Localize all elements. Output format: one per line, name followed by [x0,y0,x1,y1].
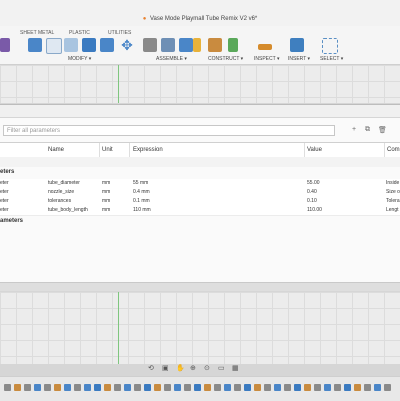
ribbon-toolbar: SHEET METAL PLASTIC UTILITIES ✥ MODIFY ▾… [0,26,400,65]
timeline-feature[interactable] [84,384,91,391]
timeline-feature[interactable] [364,384,371,391]
fillet-icon[interactable] [46,38,62,54]
timeline-feature[interactable] [124,384,131,391]
timeline-feature[interactable] [24,384,31,391]
modify-menu[interactable]: MODIFY ▾ [68,56,91,62]
timeline-feature[interactable] [14,384,21,391]
timeline-feature[interactable] [134,384,141,391]
y-axis-line [118,292,119,364]
midplane-icon[interactable] [228,38,238,52]
timeline-feature[interactable] [54,384,61,391]
timeline-feature[interactable] [294,384,301,391]
col-expression[interactable]: Expression [133,147,163,153]
timeline-feature[interactable] [344,384,351,391]
navigation-bar: ⟲ ▣ ✋ ⊕ ⊙ ▭ ▦ [148,364,252,374]
tab-utilities[interactable]: UTILITIES [108,30,131,36]
col-unit[interactable]: Unit [102,147,113,153]
create-form-icon[interactable] [0,38,10,52]
timeline-feature[interactable] [194,384,201,391]
orbit-icon[interactable]: ⟲ [148,364,154,372]
press-pull-icon[interactable] [28,38,42,52]
group-model-parameters[interactable]: ameters [0,217,400,227]
insert-image-icon[interactable] [290,38,304,52]
timeline-feature[interactable] [354,384,361,391]
y-axis-line [118,65,119,103]
timeline-feature[interactable] [4,384,11,391]
filter-input[interactable]: Filter all parameters [3,125,335,136]
tab-plastic[interactable]: PLASTIC [69,30,90,36]
combine-icon[interactable] [82,38,96,52]
inspect-menu[interactable]: INSPECT ▾ [254,56,279,62]
as-built-joint-icon[interactable] [161,38,175,52]
timeline-feature[interactable] [214,384,221,391]
scale-icon[interactable] [100,38,114,52]
timeline-feature[interactable] [44,384,51,391]
add-icon[interactable]: + [352,126,356,133]
timeline-feature[interactable] [334,384,341,391]
table-row[interactable]: eter tube_body_length mm 110 mm 110.00 L… [0,206,400,216]
joint-origin-icon[interactable] [193,38,201,52]
timeline-feature[interactable] [94,384,101,391]
col-comment[interactable]: Com [387,147,400,153]
display-icon[interactable]: ▭ [218,364,225,372]
construct-menu[interactable]: CONSTRUCT ▾ [208,56,243,62]
viewport-top[interactable] [0,65,400,103]
timeline-feature[interactable] [154,384,161,391]
insert-menu[interactable]: INSERT ▾ [288,56,310,62]
timeline-feature[interactable] [374,384,381,391]
timeline-feature[interactable] [204,384,211,391]
offset-plane-icon[interactable] [208,38,222,52]
timeline-feature[interactable] [254,384,261,391]
move-icon[interactable]: ✥ [120,38,134,52]
look-at-icon[interactable]: ▣ [162,364,169,372]
col-value[interactable]: Value [307,147,322,153]
timeline-feature[interactable] [224,384,231,391]
new-component-icon[interactable] [179,38,193,52]
dialog-footer [0,282,400,291]
shell-icon[interactable] [64,38,78,52]
delete-icon[interactable]: 🗑 [378,126,387,134]
timeline-feature[interactable] [264,384,271,391]
timeline-feature[interactable] [64,384,71,391]
timeline-feature[interactable] [34,384,41,391]
select-icon[interactable] [322,38,338,54]
fusion-doc-icon: ● [142,16,147,22]
timeline-feature[interactable] [284,384,291,391]
timeline-feature[interactable] [324,384,331,391]
window-title: Vase Mode Playmall Tube Remix V2 v6* [150,16,258,22]
assemble-menu[interactable]: ASSEMBLE ▾ [156,56,187,62]
select-menu[interactable]: SELECT ▾ [320,56,343,62]
timeline [0,376,400,401]
timeline-feature[interactable] [244,384,251,391]
grid-icon[interactable]: ▦ [232,364,239,372]
timeline-feature[interactable] [114,384,121,391]
timeline-feature[interactable] [174,384,181,391]
timeline-feature[interactable] [274,384,281,391]
timeline-feature[interactable] [314,384,321,391]
measure-icon[interactable] [258,44,272,50]
timeline-feature[interactable] [74,384,81,391]
timeline-feature[interactable] [384,384,391,391]
zoom-icon[interactable]: ⊕ [190,364,196,372]
title-bar: ● Vase Mode Playmall Tube Remix V2 v6* [0,0,400,26]
timeline-feature[interactable] [234,384,241,391]
tab-sheet-metal[interactable]: SHEET METAL [20,30,54,36]
col-name[interactable]: Name [48,147,64,153]
duplicate-icon[interactable]: ⧉ [365,126,370,134]
group-user-parameters[interactable]: eters [0,168,400,178]
viewport-bottom[interactable] [0,292,400,364]
timeline-feature[interactable] [144,384,151,391]
timeline-feature[interactable] [304,384,311,391]
pan-icon[interactable]: ✋ [176,364,185,372]
timeline-feature[interactable] [164,384,171,391]
timeline-feature[interactable] [104,384,111,391]
joint-icon[interactable] [143,38,157,52]
timeline-feature[interactable] [184,384,191,391]
table-header: Name Unit Expression Value Com [0,142,400,158]
fit-icon[interactable]: ⊙ [204,364,210,372]
dialog-header [0,105,400,118]
